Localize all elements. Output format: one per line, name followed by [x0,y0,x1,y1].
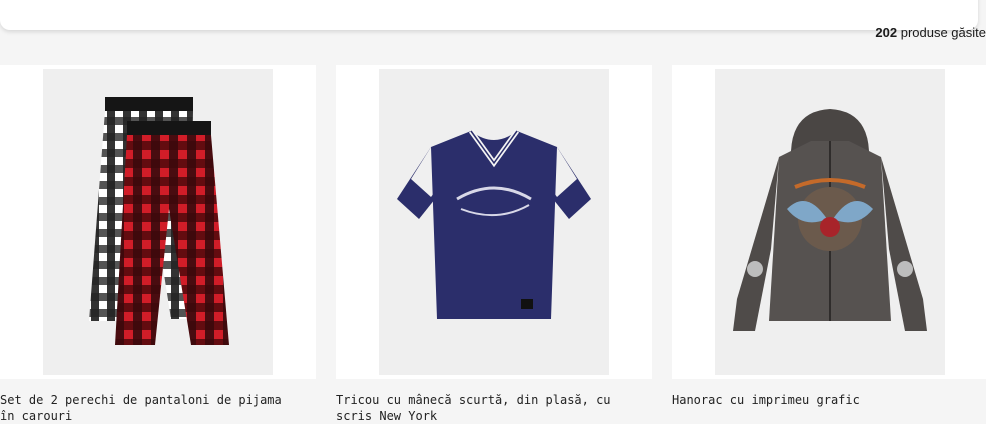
product-card[interactable]: Set de 2 perechi de pantaloni de pijama … [0,65,316,424]
results-count: 202 produse găsite [875,25,986,40]
product-card[interactable]: Hanorac cu imprimeu grafic [672,65,986,421]
product-image-container[interactable] [672,65,986,379]
top-search-bar [0,0,978,30]
product-title[interactable]: Hanorac cu imprimeu grafic [672,392,972,408]
product-image[interactable] [379,69,609,375]
results-count-number: 202 [875,25,898,40]
product-image[interactable] [43,69,273,375]
results-count-label: produse găsite [900,25,986,40]
plaid-pajama-pants-image [89,97,229,345]
grey-hoodie-image [733,109,927,331]
product-image-container[interactable] [336,65,652,379]
product-image-container[interactable] [0,65,316,379]
product-image[interactable] [715,69,945,375]
product-title[interactable]: Tricou cu mânecă scurtă, din plasă, cu s… [336,392,636,424]
product-card[interactable]: Tricou cu mânecă scurtă, din plasă, cu s… [336,65,652,424]
product-title[interactable]: Set de 2 perechi de pantaloni de pijama … [0,392,300,424]
navy-tshirt-image [397,129,591,319]
